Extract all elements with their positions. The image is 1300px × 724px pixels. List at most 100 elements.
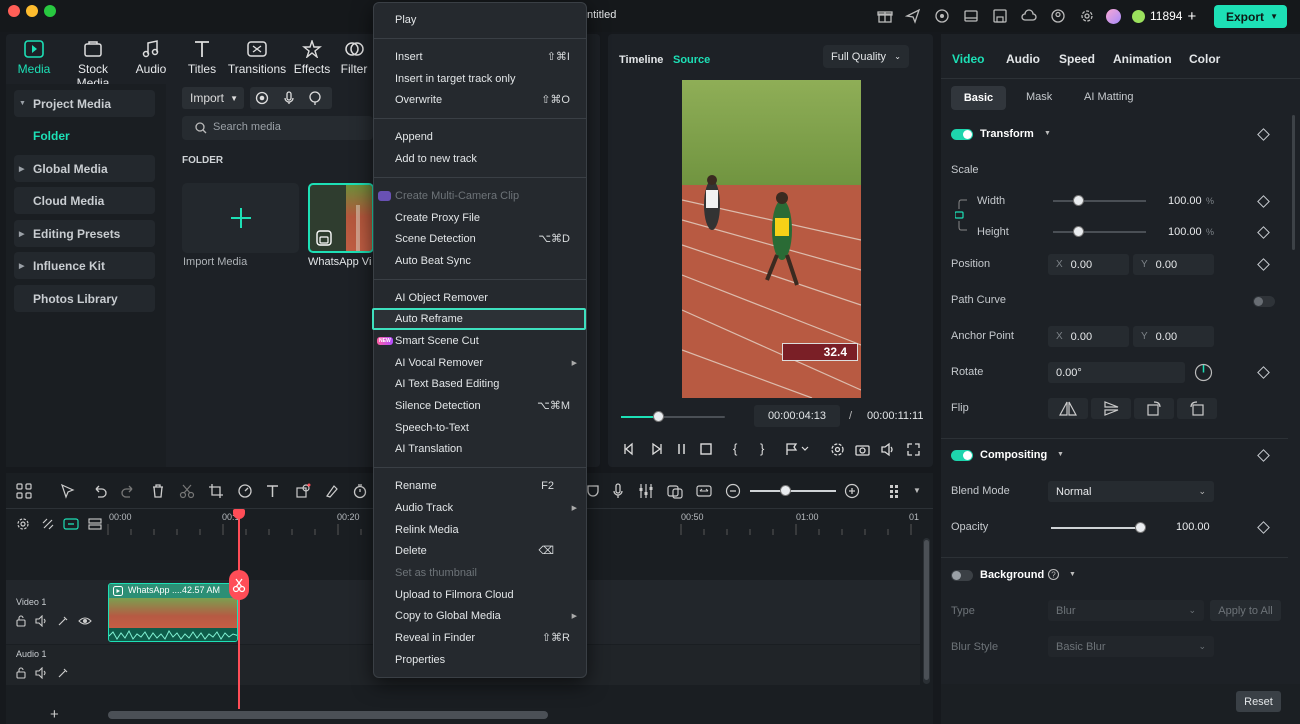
tab-transitions[interactable]: Transitions (227, 40, 287, 76)
sidebar-item-project-media[interactable]: ▼ Project Media (14, 90, 155, 117)
height-value[interactable]: 100.00 (1168, 226, 1202, 238)
zoom-out-icon[interactable] (725, 483, 741, 499)
speed-icon[interactable] (237, 483, 253, 499)
menu-item-set-thumbnail[interactable]: Set as thumbnail (374, 562, 586, 583)
menu-item-upload-cloud[interactable]: Upload to Filmora Cloud (374, 584, 586, 605)
inspector-scrollbar[interactable] (1292, 115, 1295, 250)
gift-icon[interactable] (877, 8, 893, 24)
speaker-icon[interactable] (35, 615, 47, 627)
inspector-tab-animation[interactable]: Animation (1113, 52, 1172, 66)
zoom-slider-knob[interactable] (780, 485, 791, 496)
shield-icon[interactable] (585, 483, 601, 499)
track-layout-icon[interactable] (88, 517, 102, 531)
opacity-slider-knob[interactable] (1135, 522, 1146, 533)
pause-icon[interactable] (674, 442, 688, 456)
snapshot-icon[interactable] (855, 442, 870, 457)
collapse-icon[interactable]: ▼ (1057, 451, 1064, 458)
video-preview[interactable]: 32.4 (682, 80, 861, 398)
cloud-upload-icon[interactable] (1021, 8, 1037, 24)
subtab-mask[interactable]: Mask (1026, 91, 1052, 103)
stop-icon[interactable] (699, 442, 713, 456)
path-curve-toggle[interactable] (1253, 296, 1275, 307)
compositing-toggle[interactable] (951, 450, 973, 461)
sidebar-item-influence-kit[interactable]: ▶ Influence Kit (14, 252, 155, 279)
tab-source-preview[interactable]: Source (673, 54, 710, 66)
zoom-in-icon[interactable] (844, 483, 860, 499)
menu-item-auto-beat-sync[interactable]: Auto Beat Sync (374, 250, 586, 271)
menu-item-multi-camera[interactable]: Create Multi-Camera Clip (374, 185, 586, 206)
credits-display[interactable]: 11894 + (1106, 5, 1196, 27)
select-tool-icon[interactable] (60, 483, 76, 499)
menu-item-speech-to-text[interactable]: Speech-to-Text (374, 417, 586, 438)
send-icon[interactable] (905, 8, 921, 24)
menu-item-append[interactable]: Append (374, 126, 586, 147)
tab-filters[interactable]: Filter (334, 40, 374, 76)
ai-audio-icon[interactable] (57, 615, 69, 627)
height-slider[interactable] (1053, 231, 1146, 233)
collapse-icon[interactable]: ▼ (1069, 571, 1076, 578)
plus-icon[interactable]: + (1187, 8, 1196, 25)
volume-icon[interactable] (880, 442, 895, 457)
anchor-x-field[interactable]: X 0.00 (1048, 326, 1129, 347)
audio-mixer-icon[interactable] (638, 483, 654, 499)
fit-timeline-icon[interactable] (696, 483, 712, 499)
transform-toggle[interactable] (951, 129, 973, 140)
timeline-vertical-scrollbar[interactable] (923, 538, 930, 684)
rotate-field[interactable]: 0.00° (1048, 362, 1185, 383)
voiceover-icon[interactable] (308, 91, 322, 105)
menu-item-add-new-track[interactable]: Add to new track (374, 148, 586, 169)
tab-timeline-preview[interactable]: Timeline (619, 54, 663, 66)
menu-item-delete[interactable]: Delete ⌫ (374, 540, 586, 561)
timeline-video-clip[interactable]: WhatsApp ....42.57 AM (108, 583, 238, 642)
inspector-tab-speed[interactable]: Speed (1059, 52, 1095, 66)
height-slider-knob[interactable] (1073, 226, 1084, 237)
anchor-y-field[interactable]: Y 0.00 (1133, 326, 1214, 347)
import-dropdown[interactable]: Import ▼ (182, 87, 244, 109)
opacity-slider[interactable] (1051, 527, 1141, 529)
media-clip-thumbnail[interactable] (308, 183, 374, 253)
current-time-display[interactable]: 00:00:04:13 (754, 405, 840, 427)
playhead[interactable] (238, 509, 240, 709)
link-icon[interactable] (955, 194, 977, 236)
mark-out-icon[interactable]: } (760, 441, 774, 456)
marker-icon[interactable] (785, 442, 809, 456)
tab-titles[interactable]: Titles (172, 40, 232, 76)
minimize-window-button[interactable] (26, 5, 38, 17)
lock-icon[interactable] (15, 667, 27, 679)
rotate-left-button[interactable] (1177, 398, 1217, 419)
layout-grid-icon[interactable] (16, 483, 32, 499)
fullscreen-icon[interactable] (906, 442, 921, 457)
menu-item-auto-reframe[interactable]: Auto Reframe (372, 308, 586, 330)
menu-item-ai-object-remover[interactable]: AI Object Remover (374, 287, 586, 308)
menu-item-silence-detection[interactable]: Silence Detection ⌥⌘M (374, 395, 586, 416)
mark-in-icon[interactable]: { (733, 441, 747, 456)
ai-audio-icon[interactable] (57, 667, 69, 679)
split-marker[interactable] (229, 570, 249, 600)
menu-item-ai-translation[interactable]: AI Translation (374, 438, 586, 459)
menu-item-ai-vocal-remover[interactable]: AI Vocal Remover ▶ (374, 352, 586, 373)
mask-icon[interactable] (295, 483, 311, 499)
reset-button[interactable]: Reset (1236, 691, 1281, 712)
redo-icon[interactable] (120, 483, 136, 499)
menu-item-properties[interactable]: Properties (374, 649, 586, 670)
blur-style-dropdown[interactable]: Basic Blur ⌄ (1048, 636, 1214, 657)
tab-effects[interactable]: Effects (282, 40, 342, 76)
menu-item-relink-media[interactable]: Relink Media (374, 519, 586, 540)
text-icon[interactable] (265, 483, 281, 499)
blend-mode-dropdown[interactable]: Normal ⌄ (1048, 481, 1214, 502)
quality-dropdown[interactable]: Full Quality ⌄ (823, 45, 909, 68)
record-voice-icon[interactable] (610, 483, 626, 499)
menu-item-overwrite[interactable]: Overwrite ⇧⌘O (374, 89, 586, 110)
grid-view-icon[interactable] (888, 483, 904, 499)
undo-icon[interactable] (92, 483, 108, 499)
subtab-basic[interactable]: Basic (951, 86, 1006, 110)
sidebar-item-cloud-media[interactable]: Cloud Media (14, 187, 155, 214)
track-settings-icon[interactable] (16, 517, 30, 531)
crop-icon[interactable] (208, 483, 224, 499)
inspector-tab-video[interactable]: Video (952, 52, 984, 66)
sidebar-item-folder[interactable]: Folder (33, 129, 70, 143)
subtab-ai-matting[interactable]: AI Matting (1084, 91, 1134, 103)
preview-progress-track[interactable] (621, 416, 725, 418)
inspector-tab-color[interactable]: Color (1189, 52, 1220, 66)
color-match-icon[interactable] (324, 483, 340, 499)
